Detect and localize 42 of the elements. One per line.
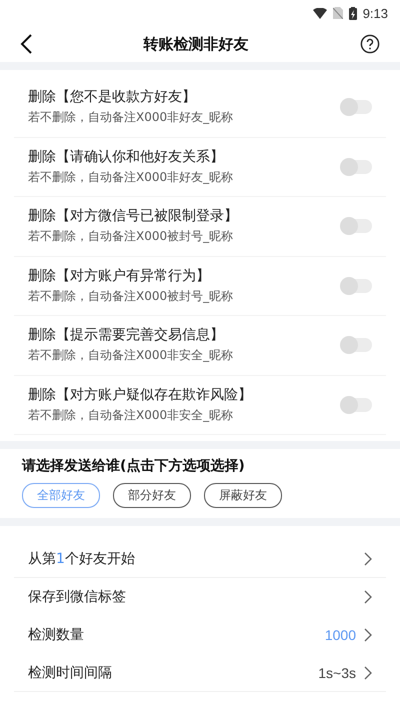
option-title: 删除【对方微信号已被限制登录】 xyxy=(28,207,238,226)
settings-row[interactable]: 检测时间间隔 1s~3s xyxy=(14,654,386,692)
option-title: 删除【提示需要完善交易信息】 xyxy=(28,326,225,344)
option-subtitle: 若不删除，自动备注X000非好友_昵称 xyxy=(28,109,234,126)
toggle-switch[interactable] xyxy=(342,160,372,174)
chevron-icon xyxy=(364,590,372,604)
no-sim-icon xyxy=(332,7,343,19)
settings-row[interactable]: 保存到微信标签 xyxy=(14,578,386,616)
option-subtitle: 若不删除，自动备注X000非好友_昵称 xyxy=(28,168,234,186)
section-title: 请选择发送给谁(点击下方选项选择) xyxy=(22,457,246,475)
option-subtitle: 若不删除，自动备注X000非安全_昵称 xyxy=(28,406,234,424)
help-icon[interactable] xyxy=(360,34,380,54)
option-subtitle: 若不删除，自动备注X000非安全_昵称 xyxy=(28,347,234,364)
toggle-switch[interactable] xyxy=(342,278,372,293)
setting-label: 从第1个好友开始 xyxy=(28,550,135,568)
wifi-icon xyxy=(312,8,327,18)
status-time: 9:13 xyxy=(362,6,388,20)
option-title: 删除【您不是收款方好友】 xyxy=(28,88,197,106)
battery-icon xyxy=(348,6,357,20)
option-title: 删除【对方账户有异常行为】 xyxy=(28,266,211,285)
settings-row[interactable]: 从第1个好友开始 xyxy=(14,540,386,578)
setting-value: 1000 xyxy=(324,626,356,642)
chevron-icon xyxy=(364,628,372,642)
chevron-icon xyxy=(364,552,372,566)
toggle-switch[interactable] xyxy=(342,338,372,352)
settings-row[interactable]: 检测数量 1000 xyxy=(14,616,386,654)
setting-label: 检测数量 xyxy=(28,626,84,644)
setting-label: 保存到微信标签 xyxy=(28,588,126,606)
option-subtitle: 若不删除，自动备注X000被封号_昵称 xyxy=(28,228,234,246)
toggle-switch[interactable] xyxy=(342,398,372,412)
setting-label: 检测时间间隔 xyxy=(28,664,112,682)
page-title: 转账检测非好友 xyxy=(144,34,248,54)
toggle-switch[interactable] xyxy=(342,100,372,114)
option-subtitle: 若不删除，自动备注X000被封号_昵称 xyxy=(28,288,234,305)
back-icon[interactable] xyxy=(20,34,32,54)
option-title: 删除【对方账户疑似存在欺诈风险】 xyxy=(28,386,252,404)
recipient-chip[interactable]: 部分好友 xyxy=(113,483,191,508)
recipient-chip[interactable]: 屏蔽好友 xyxy=(204,483,282,508)
toggle-switch[interactable] xyxy=(342,219,372,234)
option-title: 删除【请确认你和他好友关系】 xyxy=(28,148,225,166)
chevron-icon xyxy=(364,666,372,680)
setting-value: 1s~3s xyxy=(318,664,356,680)
